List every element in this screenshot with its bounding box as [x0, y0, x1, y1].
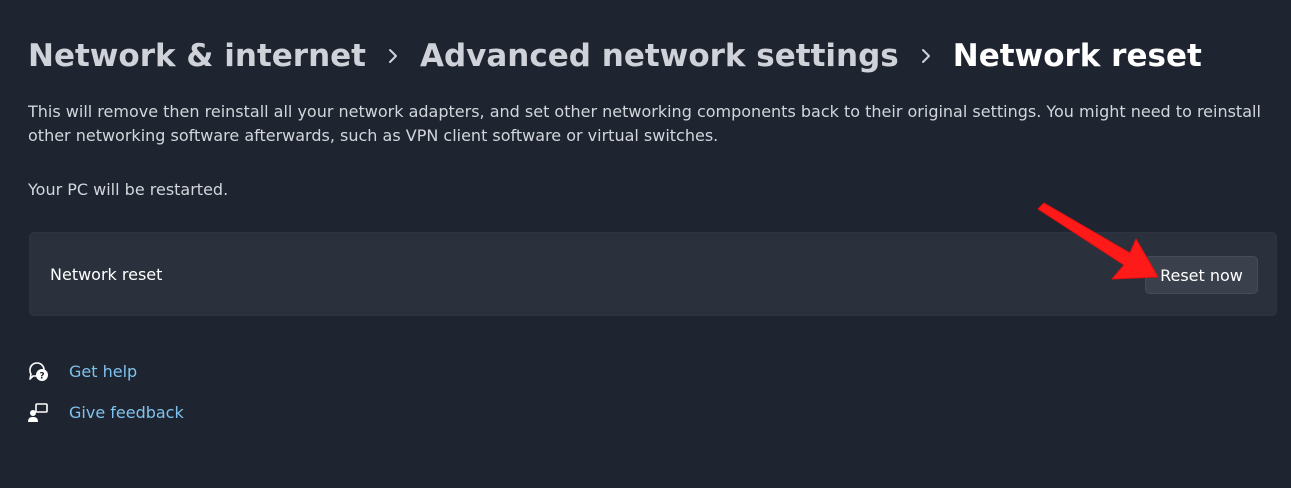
- network-reset-label: Network reset: [50, 265, 163, 284]
- chevron-right-icon: [366, 34, 420, 78]
- breadcrumb: Network & internet Advanced network sett…: [28, 34, 1202, 78]
- get-help-link[interactable]: ? Get help: [26, 358, 137, 386]
- give-feedback-label: Give feedback: [69, 403, 184, 422]
- svg-text:?: ?: [39, 372, 44, 382]
- breadcrumb-network-internet[interactable]: Network & internet: [28, 34, 366, 78]
- breadcrumb-advanced-network-settings[interactable]: Advanced network settings: [420, 34, 899, 78]
- get-help-label: Get help: [69, 362, 138, 381]
- reset-now-button[interactable]: Reset now: [1145, 256, 1258, 294]
- network-reset-card: Network reset Reset now: [29, 232, 1277, 316]
- restart-note: Your PC will be restarted.: [28, 180, 229, 199]
- help-chat-icon: ?: [26, 358, 50, 386]
- page-title: Network reset: [952, 38, 1202, 74]
- chevron-right-icon: [899, 34, 953, 78]
- give-feedback-link[interactable]: Give feedback: [26, 399, 184, 427]
- feedback-person-icon: [26, 399, 50, 427]
- reset-description: This will remove then reinstall all your…: [28, 102, 1261, 145]
